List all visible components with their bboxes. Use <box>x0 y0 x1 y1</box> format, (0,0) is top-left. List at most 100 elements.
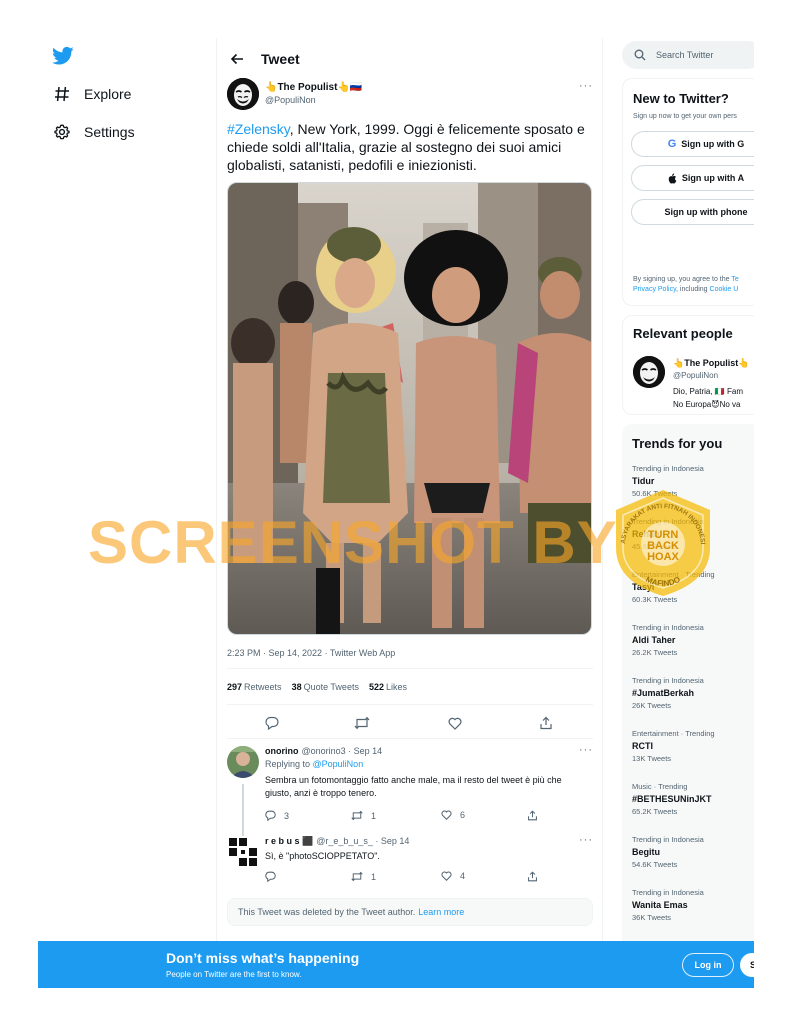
signup-phone-button[interactable]: Sign up with phone <box>631 199 754 225</box>
signup-button[interactable]: S <box>740 953 754 977</box>
relevant-people-card: Relevant people 👆The Populist👆 @PopuliNo… <box>622 315 754 415</box>
like-icon[interactable]: 6 <box>441 810 465 820</box>
person-handle[interactable]: @PopuliNon <box>673 371 718 380</box>
like-count: 6 <box>460 810 466 820</box>
cookie-use-link[interactable]: Cookie U <box>710 286 739 293</box>
replying-to: Replying to @PopuliNon <box>265 759 363 769</box>
back-button[interactable] <box>227 49 247 69</box>
trend-count: 50.6K Tweets <box>632 489 678 498</box>
like-icon[interactable] <box>444 712 466 734</box>
retweets-count: 297 <box>227 682 243 692</box>
likes-stat[interactable]: 522 Likes <box>369 682 407 692</box>
replying-to-link[interactable]: @PopuliNon <box>313 759 364 769</box>
learn-more-link[interactable]: Learn more <box>418 907 464 917</box>
divider <box>227 738 593 739</box>
signup-google-button[interactable]: G Sign up with G <box>631 131 754 157</box>
signup-banner: Don’t miss what’s happening People on Tw… <box>38 941 754 988</box>
trend-item[interactable]: Trending in Indonesia Begitu 54.6K Tweets <box>632 835 754 869</box>
retweet-icon[interactable]: 1 <box>351 810 376 821</box>
search-icon <box>634 49 646 61</box>
trend-item[interactable]: Trending in Indonesia #JumatBerkah 26K Twe… <box>632 676 754 710</box>
trend-count: 60.3K Tweets <box>632 595 678 604</box>
trend-context: Trending in Indonesia <box>632 464 704 473</box>
reply-author-handle[interactable]: @onorino3 · Sep 14 <box>302 746 383 756</box>
tweet-timestamp[interactable]: 2:23 PM · Sep 14, 2022 · Twitter Web App <box>227 648 395 658</box>
person-name[interactable]: 👆The Populist👆 <box>673 358 749 369</box>
person-bio: Dio, Patria, 🇮🇹 Fam No Europa😈No va <box>673 385 754 411</box>
tweet-author-handle[interactable]: @PopuliNon <box>265 95 316 105</box>
legal-prefix: By signing up, you agree to the <box>633 276 732 283</box>
tweet-author-name[interactable]: 👆The Populist👆🇷🇺 <box>265 82 362 93</box>
hashtag-icon <box>52 84 72 104</box>
apple-icon <box>668 173 677 184</box>
reply-author-name[interactable]: onorino <box>265 746 299 756</box>
divider <box>227 668 593 669</box>
trend-count: 26K Tweets <box>632 701 672 710</box>
reply-actions: 1 4 <box>265 871 565 885</box>
tweet-author-avatar[interactable] <box>227 78 259 110</box>
trend-context: Trending in Indonesia <box>632 835 704 844</box>
tweet-hashtag[interactable]: #Zelensky <box>227 121 290 137</box>
twitter-bird-icon[interactable] <box>52 46 74 66</box>
nav-explore-label: Explore <box>84 86 132 102</box>
share-icon[interactable] <box>535 712 557 734</box>
trend-context: Trending in Indonesia <box>632 517 704 526</box>
trend-name: Tidur <box>632 476 655 486</box>
reply-icon[interactable] <box>265 871 284 882</box>
retweets-stat[interactable]: 297 Retweets <box>227 682 282 692</box>
reply-author-avatar[interactable] <box>227 836 259 868</box>
trend-item[interactable]: Trending in Indonesia Tidur 50.6K Tweets <box>632 464 754 498</box>
more-options-icon[interactable]: ··· <box>579 834 593 846</box>
share-icon[interactable] <box>527 810 538 821</box>
tweet-photo[interactable] <box>227 182 592 635</box>
trend-item[interactable]: Trending in Indonesia Aldi Taher 26.2K Twe… <box>632 623 754 657</box>
trend-context: Music · Trending <box>632 782 688 791</box>
trend-count: 65.2K Tweets <box>632 807 678 816</box>
trend-item[interactable]: Music · Trending #BETHESUNinJKT 65.2K Twee… <box>632 782 754 816</box>
privacy-policy-link[interactable]: Privacy Policy <box>633 286 676 293</box>
deleted-notice-text: This Tweet was deleted by the Tweet auth… <box>238 907 416 917</box>
trend-context: Trending in Indonesia <box>632 888 704 897</box>
trend-count: 13K Tweets <box>632 754 672 763</box>
tweet-text: #Zelensky, New York, 1999. Oggi è felice… <box>227 120 593 174</box>
nav-settings[interactable]: Settings <box>52 122 135 142</box>
nav-explore[interactable]: Explore <box>52 84 131 104</box>
trend-count: 54.6K Tweets <box>632 860 678 869</box>
reply-count: 3 <box>284 810 290 821</box>
more-options-icon[interactable]: ··· <box>579 744 593 756</box>
trends-card: Trends for you Trending in Indonesia Tidu… <box>622 424 754 988</box>
trend-item[interactable]: Trending in Indonesia Wanita Emas 36K Twee… <box>632 888 754 922</box>
person-avatar[interactable] <box>633 356 665 388</box>
share-icon[interactable] <box>527 871 538 882</box>
reply-author-avatar[interactable] <box>227 746 259 778</box>
arrow-left-icon <box>230 53 243 65</box>
reply-icon[interactable] <box>261 712 283 734</box>
terms-link[interactable]: Te <box>731 276 738 283</box>
trend-item[interactable]: Entertainment · Trending RCTI 13K Tweets <box>632 729 754 763</box>
search-input[interactable] <box>656 50 754 60</box>
search-bar[interactable] <box>622 41 754 69</box>
quotes-stat[interactable]: 38 Quote Tweets <box>292 682 359 692</box>
retweet-count: 1 <box>371 810 377 821</box>
retweet-icon[interactable]: 1 <box>351 871 376 882</box>
reply-author-name[interactable]: r e b u s ⬛ <box>265 836 313 846</box>
relevant-people-title: Relevant people <box>633 326 733 341</box>
reply-icon[interactable]: 3 <box>265 810 289 821</box>
like-icon[interactable]: 4 <box>441 871 465 881</box>
trend-item[interactable]: Trending in Indonesia Rehan 45.8K Tweets <box>632 517 754 551</box>
likes-count: 522 <box>368 682 384 692</box>
retweets-label: Retweets <box>244 682 282 692</box>
signup-apple-button[interactable]: Sign up with A <box>631 165 754 191</box>
retweet-count: 1 <box>371 871 377 882</box>
trend-item[interactable]: Entertainment · Trending Tasyi 60.3K Tweet… <box>632 570 754 604</box>
more-options-icon[interactable]: ··· <box>579 80 593 92</box>
twitter-window: Explore Settings Tweet 👆The Populist👆🇷🇺 … <box>38 38 754 988</box>
quotes-label: Quote Tweets <box>303 682 359 692</box>
reply-author-handle[interactable]: @r_e_b_u_s_ · Sep 14 <box>316 836 409 846</box>
trend-name: RCTI <box>632 741 653 751</box>
reply-text: Sì, è "photoSCIOPPETATO". <box>265 851 380 861</box>
login-button[interactable]: Log in <box>682 953 734 977</box>
trend-name: Rehan <box>632 529 660 539</box>
retweet-icon[interactable] <box>351 712 373 734</box>
tweet-actions <box>227 712 593 734</box>
